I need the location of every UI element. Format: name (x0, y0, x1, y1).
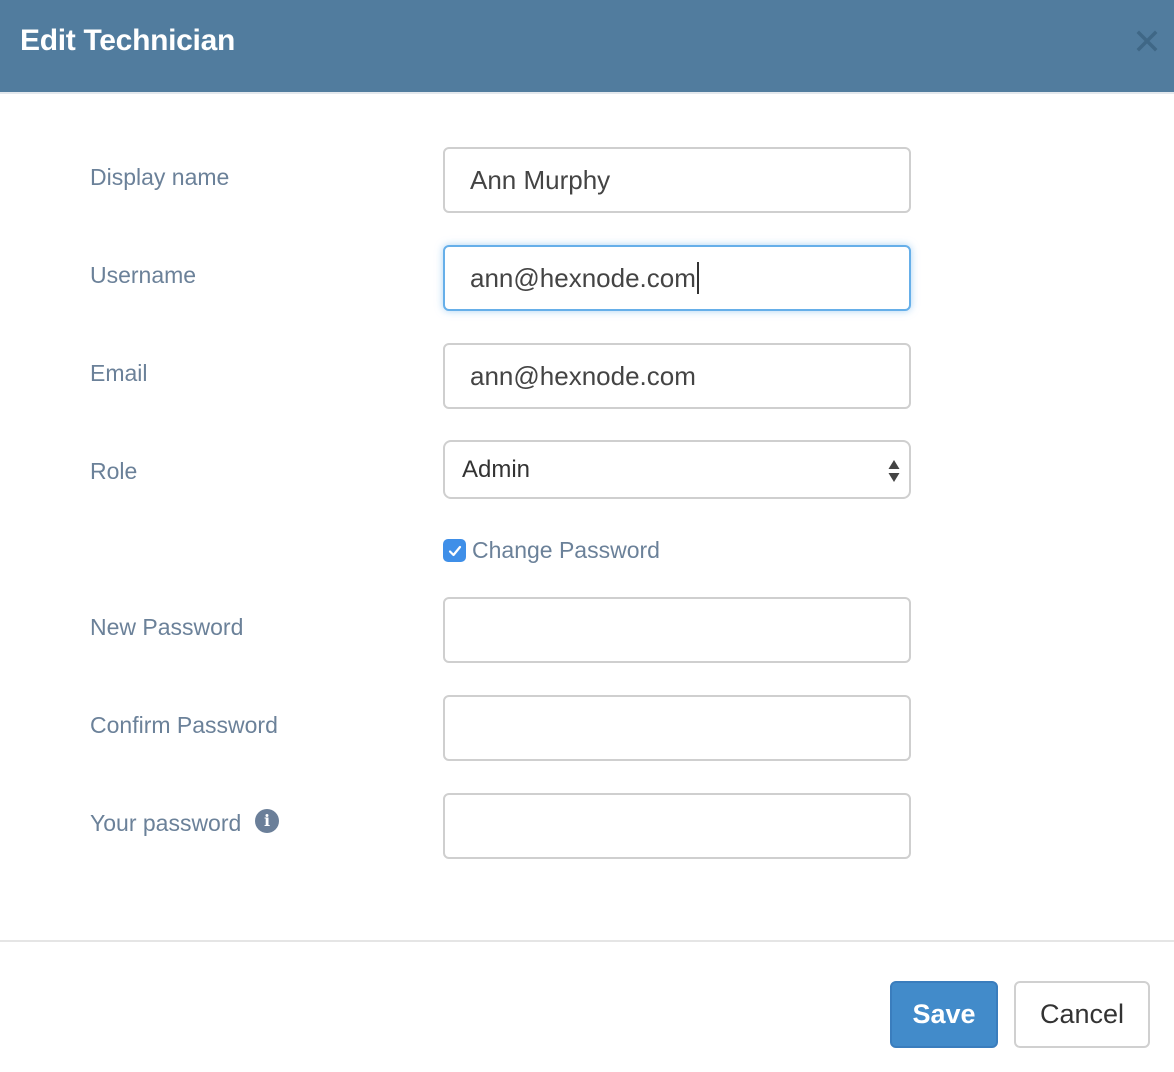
select-arrows-icon (887, 459, 901, 483)
role-selected-value: Admin (462, 455, 531, 483)
save-button[interactable]: Save (890, 981, 998, 1048)
role-select[interactable]: Admin (443, 440, 911, 499)
display-name-value: Ann Murphy (470, 164, 611, 195)
your-password-label: Your password (90, 810, 242, 836)
display-name-label: Display name (90, 164, 230, 190)
email-input[interactable]: ann@hexnode.com (443, 343, 911, 409)
new-password-label: New Password (90, 614, 244, 640)
your-password-input[interactable] (443, 793, 911, 859)
cancel-button[interactable]: Cancel (1014, 981, 1150, 1048)
dialog-title: Edit Technician (20, 24, 235, 57)
text-caret (696, 262, 699, 294)
change-password-row: Change Password (443, 537, 660, 564)
email-label: Email (90, 360, 148, 386)
footer-divider (0, 940, 1174, 942)
info-icon[interactable]: i (255, 809, 279, 833)
change-password-label[interactable]: Change Password (472, 537, 660, 564)
modal-header: Edit Technician (0, 0, 1174, 94)
confirm-password-input[interactable] (443, 695, 911, 761)
username-label: Username (90, 262, 197, 288)
close-button[interactable] (1134, 28, 1160, 54)
close-icon (1136, 30, 1158, 52)
checkmark-icon (448, 545, 461, 556)
role-label: Role (90, 458, 138, 484)
new-password-input[interactable] (443, 597, 911, 663)
username-input[interactable]: ann@hexnode.com (443, 245, 911, 311)
email-value: ann@hexnode.com (470, 360, 696, 391)
confirm-password-label: Confirm Password (90, 712, 278, 738)
change-password-checkbox[interactable] (443, 539, 466, 562)
display-name-input[interactable]: Ann Murphy (443, 147, 911, 213)
username-value: ann@hexnode.com (470, 262, 696, 293)
